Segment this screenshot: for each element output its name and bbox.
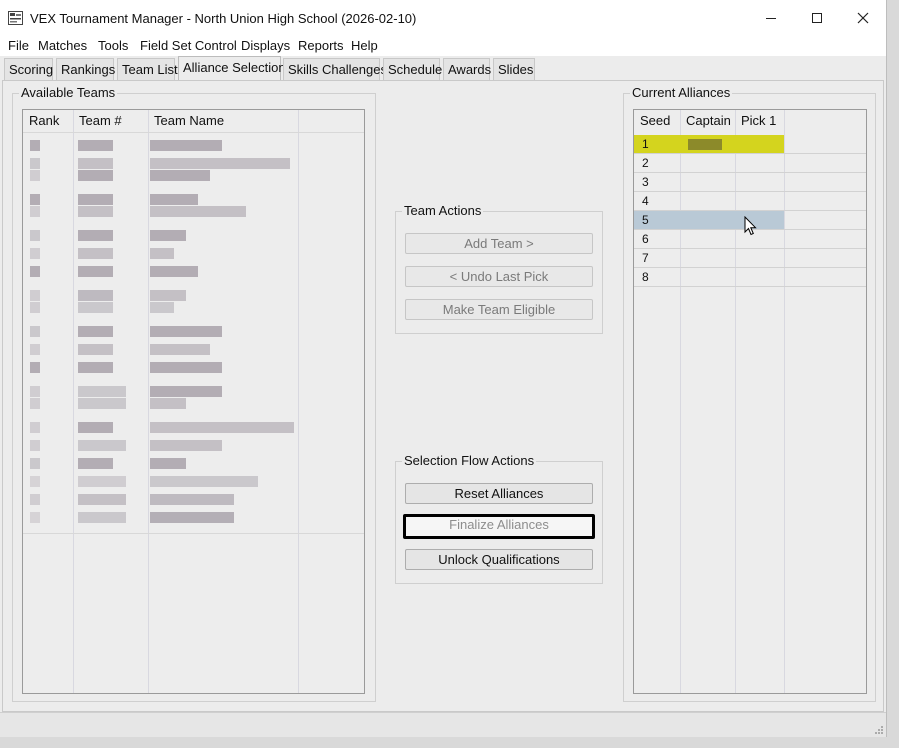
resize-grip-icon[interactable]: [874, 725, 884, 735]
available-teams-title: Available Teams: [19, 85, 118, 101]
alliance-row[interactable]: 8: [634, 268, 866, 287]
alliance-selection-page: Available Teams Rank Team # Team Name Te…: [2, 80, 884, 712]
alliance-row[interactable]: 7: [634, 249, 866, 268]
seed-number: 6: [642, 232, 649, 246]
tab-slides[interactable]: Slides: [493, 58, 535, 80]
current-alliances-group: Current Alliances Seed Captain Pick 1 1 …: [623, 85, 876, 702]
finalize-alliances-button[interactable]: Finalize Alliances: [403, 514, 595, 539]
column-rank[interactable]: Rank: [23, 110, 73, 132]
seed-number: 2: [642, 156, 649, 170]
tab-alliance-selection[interactable]: Alliance Selection: [178, 56, 286, 81]
current-alliances-list[interactable]: Seed Captain Pick 1 1 2 3 4 5 6 7 8: [633, 109, 867, 694]
seed-number: 4: [642, 194, 649, 208]
tab-team-list[interactable]: Team List: [117, 58, 178, 80]
minimize-button[interactable]: [748, 0, 794, 36]
title-bar: VEX Tournament Manager - North Union Hig…: [0, 0, 886, 36]
unlock-qualifications-button[interactable]: Unlock Qualifications: [405, 549, 593, 570]
add-team-button[interactable]: Add Team >: [405, 233, 593, 254]
redacted-team-rows: [23, 138, 364, 532]
menu-file[interactable]: File: [8, 38, 29, 53]
maximize-icon: [812, 13, 822, 23]
app-window: VEX Tournament Manager - North Union Hig…: [0, 0, 887, 737]
menu-bar: File Matches Tools Field Set Control Dis…: [0, 36, 886, 56]
menu-matches[interactable]: Matches: [38, 38, 87, 53]
alliance-row[interactable]: 4: [634, 192, 866, 211]
seed-number: 8: [642, 270, 649, 284]
tab-schedule[interactable]: Schedule: [383, 58, 442, 80]
close-button[interactable]: [840, 0, 886, 36]
tab-rankings[interactable]: Rankings: [56, 58, 115, 80]
tab-awards[interactable]: Awards: [443, 58, 491, 80]
alliance-row[interactable]: 3: [634, 173, 866, 192]
minimize-icon: [766, 18, 776, 19]
seed-number: 3: [642, 175, 649, 189]
available-teams-group: Available Teams Rank Team # Team Name: [12, 85, 376, 702]
current-alliances-title: Current Alliances: [630, 85, 733, 101]
menu-tools[interactable]: Tools: [98, 38, 128, 53]
status-bar: [0, 712, 886, 737]
menu-displays[interactable]: Displays: [241, 38, 290, 53]
maximize-button[interactable]: [794, 0, 840, 36]
column-team-name[interactable]: Team Name: [148, 110, 298, 132]
available-teams-list[interactable]: Rank Team # Team Name: [22, 109, 365, 694]
seed-number: 1: [642, 137, 649, 151]
selection-flow-title: Selection Flow Actions: [402, 453, 537, 469]
undo-last-pick-button[interactable]: < Undo Last Pick: [405, 266, 593, 287]
make-team-eligible-button[interactable]: Make Team Eligible: [405, 299, 593, 320]
menu-help[interactable]: Help: [351, 38, 378, 53]
menu-reports[interactable]: Reports: [298, 38, 344, 53]
close-icon: [857, 12, 869, 24]
column-seed[interactable]: Seed: [634, 110, 680, 132]
alliance-row[interactable]: 2: [634, 154, 866, 173]
tab-bar: Scoring Rankings Team List Alliance Sele…: [0, 56, 886, 81]
tab-scoring[interactable]: Scoring: [4, 58, 53, 80]
team-actions-title: Team Actions: [402, 203, 484, 219]
seed-number: 7: [642, 251, 649, 265]
tab-skills-challenges[interactable]: Skills Challenges: [283, 58, 387, 80]
redacted-captain: [688, 139, 722, 150]
alliance-row[interactable]: 1: [634, 135, 866, 154]
seed-number: 5: [642, 213, 649, 227]
mouse-cursor-icon: [744, 216, 757, 236]
window-title: VEX Tournament Manager - North Union Hig…: [30, 11, 417, 26]
reset-alliances-button[interactable]: Reset Alliances: [405, 483, 593, 504]
app-icon: [8, 11, 23, 25]
column-captain[interactable]: Captain: [680, 110, 735, 132]
column-pick-1[interactable]: Pick 1: [735, 110, 785, 132]
column-team-number[interactable]: Team #: [73, 110, 148, 132]
team-actions-group: Team Actions Add Team > < Undo Last Pick…: [395, 203, 603, 334]
selection-flow-group: Selection Flow Actions Reset Alliances F…: [395, 453, 603, 584]
menu-field-set-control[interactable]: Field Set Control: [140, 38, 237, 53]
